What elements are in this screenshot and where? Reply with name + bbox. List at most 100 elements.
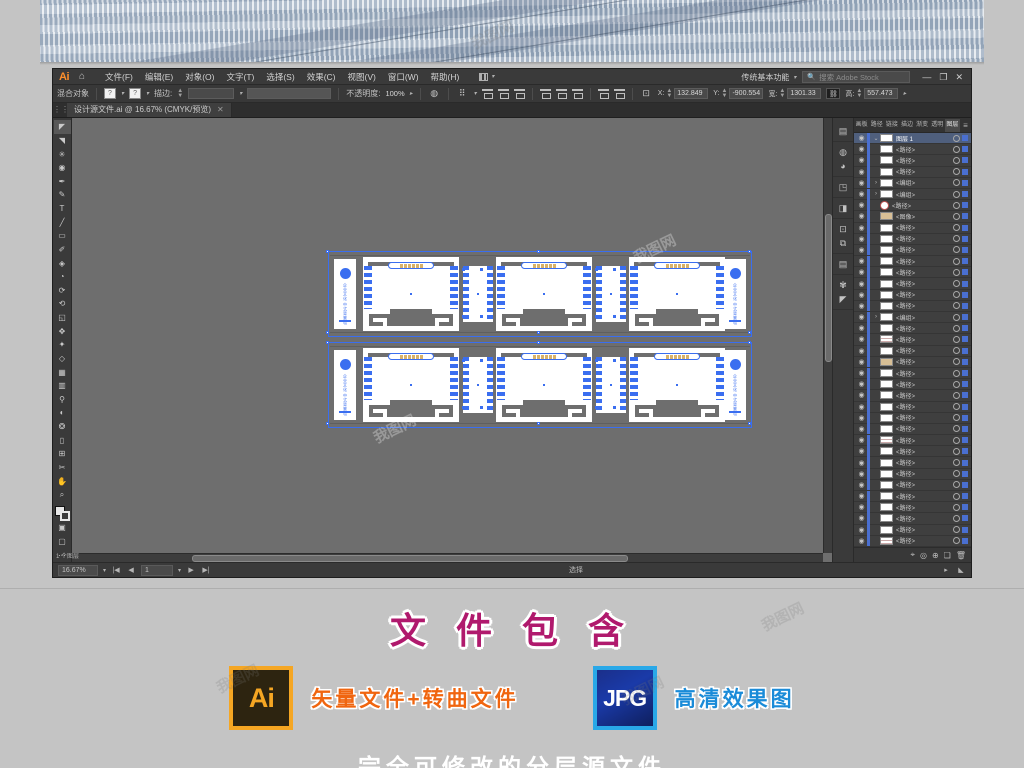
layer-row[interactable]: ◉ <路径> [854,255,971,268]
layer-row[interactable]: ◉ <路径> [854,412,971,424]
eye-icon[interactable]: ◉ [856,403,867,411]
status-expander-icon[interactable]: ▸ [941,566,951,574]
target-icon[interactable] [953,268,960,276]
layer-row[interactable]: ◉ <路径> [854,501,971,514]
graphic-style-field[interactable] [247,88,332,99]
target-icon[interactable] [953,537,960,545]
document-tab[interactable]: 设计源文件.ai @ 16.67% (CMYK/预览) ✕ [67,102,232,117]
selection-square[interactable] [962,302,968,309]
layer-row[interactable]: ◉ <路径> [854,356,971,368]
layer-row[interactable]: ◉ <路径> [854,143,971,156]
make-clipping-mask-icon[interactable]: ◎ [920,551,927,560]
selection-square[interactable] [962,202,968,209]
eye-icon[interactable]: ◉ [856,168,867,176]
layer-row[interactable]: ◉ <路径> [854,289,971,301]
stroke-swatch[interactable]: ? [129,88,142,99]
layer-row[interactable]: ◉ › <编组> [854,188,971,201]
magic-wand-tool[interactable]: ✳ [54,147,71,161]
wall-unit-narrow-2[interactable] [596,266,626,322]
create-layer-icon[interactable]: ❏ [944,551,951,560]
eyedropper-tool[interactable]: ⚲ [54,393,71,407]
align-icon[interactable]: ▤ [836,257,851,271]
menu-select[interactable]: 选择(S) [260,71,300,83]
selection-square[interactable] [962,403,968,410]
zoom-level-field[interactable]: 16.67% [58,564,98,576]
chevron-right-icon[interactable]: › [872,180,880,186]
tab-layers[interactable]: 图层 [944,119,960,132]
canvas-area[interactable]: 企业文化 中式背景墙 企业文化 中式背景墙 企业文化 中式背景墙 企业文化 中式… [72,118,832,562]
selection-square[interactable] [962,314,968,321]
selection-square[interactable] [962,191,968,198]
close-button[interactable]: ✕ [955,72,963,83]
tab-links[interactable]: 链接 [884,119,899,132]
selection-square[interactable] [962,537,968,544]
delete-layer-icon[interactable]: 🗑 [956,551,966,560]
column-graph-tool[interactable]: ▯ [54,433,71,447]
layer-row[interactable]: ◉ <路径> [854,345,971,357]
color-guide-icon[interactable]: ◕ [836,159,851,173]
eye-icon[interactable]: ◉ [856,470,867,478]
target-icon[interactable] [953,459,960,467]
layer-row[interactable]: ◉ <路径> [854,222,971,234]
brushes-icon[interactable]: ✾ [836,278,851,292]
canvas-vertical-scrollbar[interactable] [823,118,832,553]
target-icon[interactable] [953,470,960,478]
target-icon[interactable] [953,403,960,411]
stroke-weight-field[interactable] [188,88,235,99]
target-icon[interactable] [953,224,960,232]
eye-icon[interactable]: ◉ [856,492,867,500]
blend-tool[interactable]: ◐ [54,406,71,420]
eye-icon[interactable]: ◉ [856,246,867,254]
target-icon[interactable] [953,526,960,534]
selection-square[interactable] [962,381,968,388]
eye-icon[interactable]: ◉ [856,235,867,243]
selection-square[interactable] [962,493,968,500]
selection-square[interactable] [962,370,968,377]
layer-row[interactable]: ◉ <路径> [854,367,971,380]
color-icon[interactable]: ◍ [836,145,851,159]
zoom-tool[interactable]: ⌕ [54,488,71,502]
free-transform-tool[interactable]: ✥ [54,324,71,338]
selection-square[interactable] [962,481,968,488]
link-proportions-icon[interactable]: ⛓ [826,88,841,99]
target-icon[interactable] [953,436,960,444]
target-icon[interactable] [953,391,960,399]
symbols-icon[interactable]: ◤ [836,292,851,306]
selection-square[interactable] [962,437,968,444]
align-center-icon[interactable] [497,88,509,99]
stock-search-input[interactable]: 🔍 搜索 Adobe Stock [802,71,911,83]
align-left-icon[interactable] [481,88,493,99]
selection-square[interactable] [962,258,968,265]
symbol-sprayer-tool[interactable]: ❂ [54,420,71,434]
shaper-tool[interactable]: ◈ [54,256,71,270]
eye-icon[interactable]: ◉ [856,268,867,276]
transform-x-stepper[interactable]: ▲ ▼ [666,88,672,99]
align-right-icon[interactable] [513,88,525,99]
selection-square[interactable] [962,392,968,399]
selection-square[interactable] [962,146,968,153]
artwork-row-bottom[interactable]: 企业文化 中式背景墙 企业文化 中式背景墙 [326,341,752,428]
layer-row-root[interactable]: ◉ ⌄ 图层 1 [854,133,971,145]
eye-icon[interactable]: ◉ [856,212,867,220]
distribute-vertical-icon[interactable] [613,88,625,99]
selection-square[interactable] [962,246,968,253]
selection-square[interactable] [962,168,968,175]
wall-unit-narrow-1[interactable] [463,266,493,322]
end-cap-left[interactable]: 企业文化 中式背景墙 [334,350,356,420]
layer-row[interactable]: ◉ <路径> [854,434,971,447]
target-icon[interactable] [953,425,960,433]
eye-icon[interactable]: ◉ [856,481,867,489]
target-icon[interactable] [953,257,960,265]
line-segment-tool[interactable]: ╱ [54,215,71,229]
selection-square[interactable] [962,515,968,522]
pen-tool[interactable]: ✒ [54,175,71,189]
mesh-tool[interactable]: ▦ [54,365,71,379]
eye-icon[interactable]: ◉ [856,134,867,142]
eye-icon[interactable]: ◉ [856,291,867,299]
chevron-down-icon[interactable]: ⌄ [872,135,880,142]
layer-row[interactable]: ◉ <路径> [854,199,971,212]
eye-icon[interactable]: ◉ [856,358,867,366]
menu-object[interactable]: 对象(O) [179,71,220,83]
selection-square[interactable] [962,224,968,231]
transform-x-field[interactable]: 132.849 [674,88,709,99]
